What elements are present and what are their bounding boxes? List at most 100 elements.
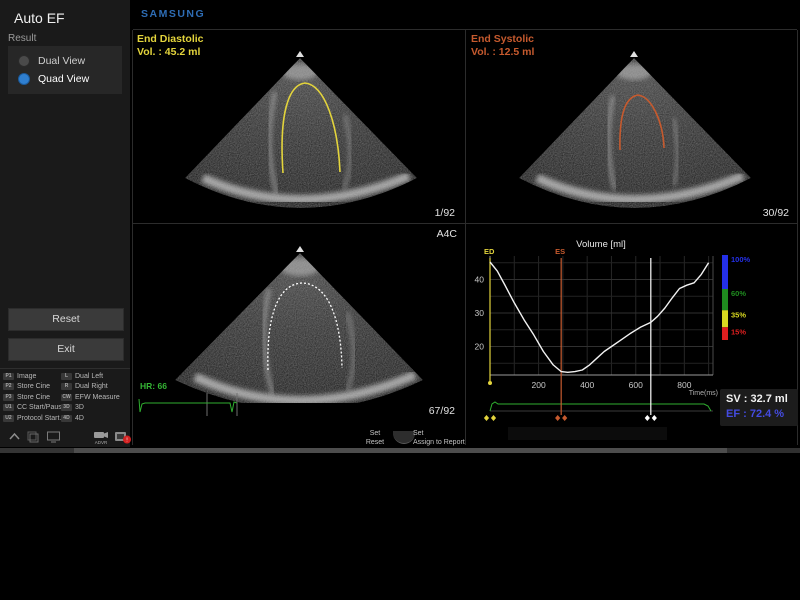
chart-title: Volume [ml] bbox=[576, 239, 626, 250]
x-axis-label: Time(ms) bbox=[689, 390, 718, 397]
softkey-badge: 4D bbox=[61, 415, 72, 422]
y-tick-label: 40 bbox=[475, 274, 485, 284]
view-label-a4c: A4C bbox=[437, 228, 457, 240]
bottom-scrollbar[interactable] bbox=[74, 448, 727, 453]
softkey-dual-right[interactable]: RDual Right bbox=[61, 382, 129, 392]
softkey-store-cine[interactable]: P2Store Cine bbox=[3, 382, 61, 392]
page-title: Auto EF bbox=[14, 10, 65, 26]
softkey-badge: U2 bbox=[3, 415, 14, 422]
stroke-volume-value: SV : 32.7 ml bbox=[726, 392, 798, 407]
chevron-up-icon[interactable] bbox=[8, 430, 21, 444]
advr-recorder-icon[interactable]: ADVR bbox=[92, 430, 110, 445]
frame-counter: 67/92 bbox=[429, 405, 455, 417]
result-section-label: Result bbox=[8, 33, 36, 44]
softkey-badge: CW bbox=[61, 394, 72, 401]
softkey-label: Store Cine bbox=[17, 383, 50, 390]
volume-chart-panel: Volume [ml]203040200400600800Time(ms)EDE… bbox=[467, 225, 797, 445]
marker-diamond-handle[interactable] bbox=[645, 415, 650, 421]
frame-counter: 1/92 bbox=[435, 207, 455, 219]
frame-counter: 30/92 bbox=[763, 207, 789, 219]
divider bbox=[0, 368, 130, 369]
ES-marker-label: ES bbox=[555, 247, 565, 256]
advr-label: ADVR bbox=[95, 440, 108, 445]
marker-diamond-handle[interactable] bbox=[484, 415, 489, 421]
softkey-badge: P1 bbox=[3, 373, 14, 380]
view-option-dual-view[interactable]: Dual View bbox=[8, 52, 122, 70]
apex-caret-marker bbox=[296, 51, 304, 57]
marker-diamond-handle[interactable] bbox=[491, 415, 496, 421]
divider bbox=[465, 30, 466, 445]
cine-progress-strip bbox=[508, 427, 667, 440]
colorbar-segment bbox=[722, 255, 728, 289]
softkey-badge: U1 bbox=[3, 404, 14, 411]
ED-marker-label: ED bbox=[484, 247, 495, 256]
softkey-image[interactable]: P1Image bbox=[3, 371, 61, 381]
ejection-fraction-value: EF : 72.4 % bbox=[726, 407, 798, 422]
samsung-logo: SAMSUNG bbox=[141, 8, 205, 20]
monitor-icon[interactable] bbox=[46, 430, 62, 444]
softkey-label: Dual Left bbox=[75, 373, 103, 380]
marker-diamond-handle[interactable] bbox=[652, 415, 657, 421]
ecg-trace bbox=[136, 390, 246, 420]
softkey-label: EFW Measure bbox=[75, 394, 120, 401]
softkey-badge: L bbox=[61, 373, 72, 380]
exit-button[interactable]: Exit bbox=[8, 338, 124, 361]
colorbar-label: 60% bbox=[731, 289, 746, 298]
softkey-badge: R bbox=[61, 383, 72, 390]
softkey-protocol-start-[interactable]: U2Protocol Start... bbox=[3, 413, 61, 423]
radio-label: Dual View bbox=[38, 55, 85, 67]
end-systolic-image-panel[interactable]: End Systolic Vol. : 12.5 ml 30/92 bbox=[467, 30, 797, 222]
softkey-label: Protocol Start... bbox=[17, 415, 65, 422]
view-mode-radio-group: Dual View Quad View bbox=[8, 46, 122, 94]
softkey-column-right: LDual LeftRDual RightCWEFW Measure3D3D4D… bbox=[61, 371, 129, 424]
storage-alert-icon[interactable]: ! bbox=[114, 430, 132, 445]
end-diastolic-title: End Diastolic Vol. : 45.2 ml bbox=[137, 33, 204, 59]
a4c-cine-panel[interactable]: A4C HR: 66 67/92 bbox=[133, 225, 463, 445]
view-option-quad-view[interactable]: Quad View bbox=[8, 70, 122, 88]
softkey-badge: P3 bbox=[3, 394, 14, 401]
softkey-label: Image bbox=[17, 373, 36, 380]
softkey-store-cine[interactable]: P3Store Cine bbox=[3, 392, 61, 402]
softkey-4d[interactable]: 4D4D bbox=[61, 413, 129, 423]
softkey-label: CC Start/Pause bbox=[17, 404, 66, 411]
colorbar-label: 35% bbox=[731, 310, 746, 319]
softkey-cc-start-pause[interactable]: U1CC Start/Pause bbox=[3, 403, 61, 413]
softkey-efw-measure[interactable]: CWEFW Measure bbox=[61, 392, 129, 402]
set-reset-control[interactable]: SetReset bbox=[358, 430, 392, 447]
divider bbox=[797, 30, 798, 445]
softkey-badge: 3D bbox=[61, 404, 72, 411]
colorbar-segment bbox=[722, 310, 728, 327]
radio-label: Quad View bbox=[38, 73, 89, 85]
marker-diamond-handle[interactable] bbox=[562, 415, 567, 421]
apex-caret-marker bbox=[630, 51, 638, 57]
divider bbox=[133, 223, 797, 224]
softkey-label: 3D bbox=[75, 404, 84, 411]
apex-caret-marker bbox=[296, 246, 304, 252]
colorbar-segment bbox=[722, 327, 728, 340]
softkey-3d[interactable]: 3D3D bbox=[61, 403, 129, 413]
end-diastolic-image-panel[interactable]: End Diastolic Vol. : 45.2 ml 1/92 bbox=[133, 30, 463, 222]
end-systolic-title: End Systolic Vol. : 12.5 ml bbox=[471, 33, 534, 59]
set-assign-to-report-control[interactable]: SetAssign to Report bbox=[413, 430, 493, 447]
colorbar-label: 100% bbox=[731, 255, 751, 264]
auto-ef-screen: Auto EF Result Dual ViewQuad View Reset … bbox=[0, 0, 800, 600]
softkey-column-left: P1ImageP2Store CineP3Store CineU1CC Star… bbox=[3, 371, 61, 424]
colorbar-label: 15% bbox=[731, 327, 746, 336]
copy-pages-icon[interactable] bbox=[26, 430, 40, 444]
x-tick-label: 600 bbox=[629, 380, 643, 390]
y-tick-label: 30 bbox=[475, 308, 485, 318]
end-diastolic-volume: Vol. : 45.2 ml bbox=[137, 46, 204, 59]
status-tray: ADVR ! bbox=[4, 430, 128, 446]
y-tick-label: 20 bbox=[475, 342, 485, 352]
bottom-bar-segment bbox=[0, 448, 74, 453]
softkey-label: Dual Right bbox=[75, 383, 108, 390]
softkey-label: 4D bbox=[75, 415, 84, 422]
reset-button[interactable]: Reset bbox=[8, 308, 124, 331]
bottom-bar-segment bbox=[727, 448, 800, 453]
softkey-dual-left[interactable]: LDual Left bbox=[61, 371, 129, 381]
colorbar-segment bbox=[722, 289, 728, 310]
radio-icon bbox=[18, 55, 30, 67]
results-box: SV : 32.7 ml EF : 72.4 % bbox=[720, 389, 798, 426]
marker-diamond-handle[interactable] bbox=[555, 415, 560, 421]
volume-curve bbox=[490, 262, 709, 372]
